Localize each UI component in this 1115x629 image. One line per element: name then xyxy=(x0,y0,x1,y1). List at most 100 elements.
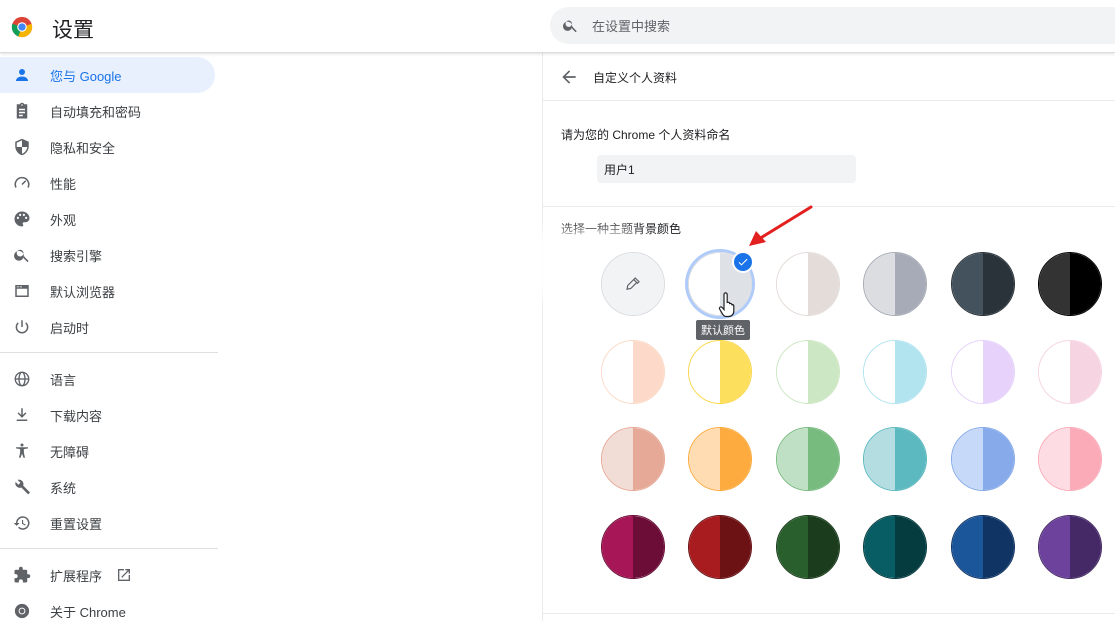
color-swatch[interactable] xyxy=(601,339,665,404)
swatch-left-half xyxy=(1039,515,1070,578)
sidebar-item-performance[interactable]: 性能 xyxy=(0,165,215,201)
sidebar-item-languages[interactable]: 语言 xyxy=(0,361,215,397)
color-swatch[interactable] xyxy=(863,514,928,579)
swatch-right-half xyxy=(807,428,839,490)
sidebar-item-label: 系统 xyxy=(50,480,77,496)
profile-name-input[interactable] xyxy=(597,155,856,183)
sidebar-item-appearance[interactable]: 外观 xyxy=(0,201,215,237)
swatch-right-half xyxy=(720,515,752,578)
sidebar-item-label: 语言 xyxy=(50,372,77,388)
sidebar-item-label: 自动填充和密码 xyxy=(50,104,142,120)
sidebar-item-label: 启动时 xyxy=(50,320,90,336)
color-swatch[interactable] xyxy=(688,427,753,491)
hand-cursor-icon xyxy=(717,292,739,318)
color-swatch[interactable] xyxy=(775,514,840,579)
swatch-left-half xyxy=(864,340,896,403)
arrow-back-icon xyxy=(562,70,576,84)
sidebar-item-on-startup[interactable]: 启动时 xyxy=(0,309,215,345)
sidebar-item-label: 默认浏览器 xyxy=(50,284,116,300)
swatch-left-half xyxy=(689,428,721,490)
color-swatch[interactable] xyxy=(863,427,928,491)
swatch-left-half xyxy=(689,340,721,403)
download-icon xyxy=(13,406,31,424)
sidebar-item-autofill[interactable]: 自动填充和密码 xyxy=(0,93,215,129)
search-icon xyxy=(13,246,31,264)
swatch-left-half xyxy=(689,515,721,578)
swatch-left-half xyxy=(776,515,808,578)
swatch-right-half xyxy=(895,515,927,578)
sidebar-item-label: 性能 xyxy=(50,176,77,192)
swatch-right-half xyxy=(807,340,839,403)
sidebar-item-downloads[interactable]: 下载内容 xyxy=(0,397,215,433)
sidebar-item-accessibility[interactable]: 无障碍 xyxy=(0,433,215,469)
color-swatch[interactable] xyxy=(950,252,1015,316)
sidebar-item-extensions[interactable]: 扩展程序 xyxy=(0,557,215,593)
back-button[interactable] xyxy=(559,67,579,87)
color-swatch[interactable] xyxy=(775,252,840,316)
swatch-right-half xyxy=(895,340,927,403)
swatch-left-half xyxy=(864,428,896,490)
swatch-right-half xyxy=(633,340,664,403)
custom-color-picker-button[interactable] xyxy=(601,252,665,316)
color-swatch[interactable] xyxy=(863,252,928,316)
search-input[interactable] xyxy=(590,7,1094,46)
swatch-right-half xyxy=(895,428,927,490)
sidebar-item-label: 重置设置 xyxy=(50,516,103,532)
sidebar-divider xyxy=(0,548,218,549)
color-swatch[interactable] xyxy=(601,427,665,491)
swatch-left-half xyxy=(1039,428,1070,490)
swatch-right-half xyxy=(982,340,1014,403)
color-swatch[interactable] xyxy=(688,514,753,579)
power-icon xyxy=(13,318,31,336)
color-swatch[interactable] xyxy=(601,514,665,579)
wrench-icon xyxy=(13,478,31,496)
section-divider xyxy=(543,613,1115,614)
color-swatch[interactable] xyxy=(950,339,1015,404)
search-box[interactable] xyxy=(550,7,1115,46)
swatch-right-half xyxy=(720,428,752,490)
color-swatch[interactable] xyxy=(1038,339,1102,404)
default-color-tooltip: 默认颜色 xyxy=(696,320,750,340)
swatch-left-half xyxy=(602,340,633,403)
section-divider xyxy=(543,206,1115,207)
swatch-left-half xyxy=(951,515,983,578)
color-swatch[interactable] xyxy=(950,514,1015,579)
color-swatch[interactable] xyxy=(775,339,840,404)
sidebar-item-privacy[interactable]: 隐私和安全 xyxy=(0,129,215,165)
swatch-right-half xyxy=(720,340,752,403)
swatch-left-half xyxy=(1039,253,1070,315)
sidebar-item-label: 无障碍 xyxy=(50,444,90,460)
sidebar-item-about-chrome[interactable]: 关于 Chrome xyxy=(0,593,215,629)
puzzle-icon xyxy=(13,566,31,584)
sidebar-item-reset[interactable]: 重置设置 xyxy=(0,505,215,541)
speedometer-icon xyxy=(13,174,31,192)
open-in-new-icon xyxy=(116,567,132,583)
swatch-right-half xyxy=(982,428,1014,490)
eyedropper-icon xyxy=(624,275,644,295)
sidebar-item-system[interactable]: 系统 xyxy=(0,469,215,505)
color-swatch[interactable] xyxy=(863,339,928,404)
profile-name-label: 请为您的 Chrome 个人资料命名 xyxy=(561,128,731,142)
swatch-left-half xyxy=(776,253,808,315)
swatch-right-half xyxy=(1070,428,1101,490)
page-title: 设置 xyxy=(52,19,94,42)
swatch-left-half xyxy=(864,253,896,315)
sidebar-item-search-engine[interactable]: 搜索引擎 xyxy=(0,237,215,273)
swatch-right-half xyxy=(633,428,664,490)
color-swatch[interactable] xyxy=(775,427,840,491)
sidebar-item-label: 搜索引擎 xyxy=(50,248,103,264)
color-swatch[interactable] xyxy=(950,427,1015,491)
sidebar-item-label: 下载内容 xyxy=(50,408,103,424)
swatch-right-half xyxy=(982,515,1014,578)
globe-icon xyxy=(13,370,31,388)
color-swatch[interactable] xyxy=(1038,514,1102,579)
chrome-logo-icon xyxy=(11,16,33,38)
search-icon xyxy=(562,17,579,34)
accessibility-icon xyxy=(13,442,31,460)
restore-icon xyxy=(13,514,31,532)
sidebar-item-you-and-google[interactable]: 您与 Google xyxy=(0,57,215,93)
color-swatch[interactable] xyxy=(1038,427,1102,491)
sidebar-item-default-browser[interactable]: 默认浏览器 xyxy=(0,273,215,309)
color-swatch[interactable] xyxy=(688,339,753,404)
color-swatch[interactable] xyxy=(1038,252,1102,316)
